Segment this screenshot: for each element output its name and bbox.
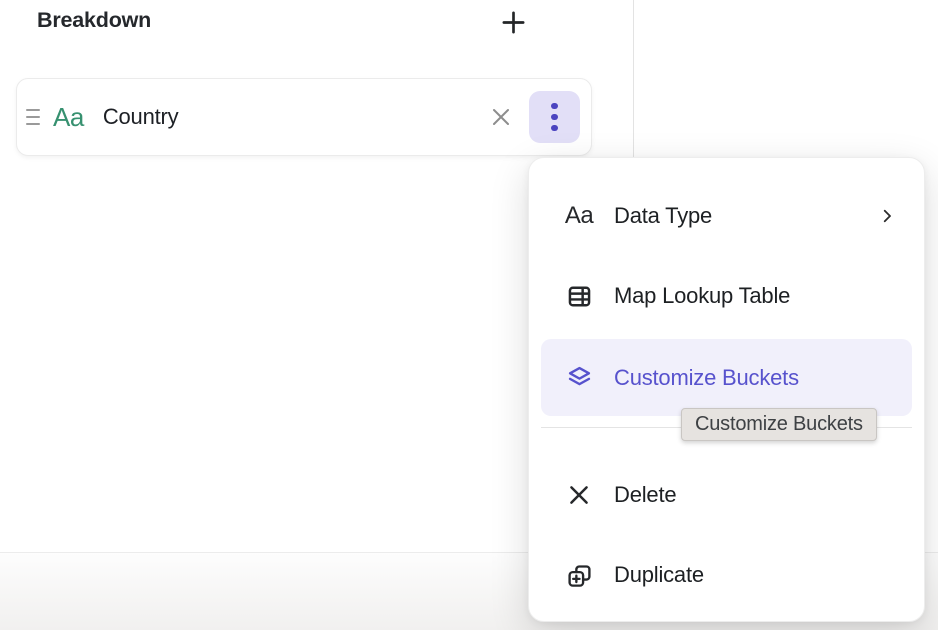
drag-handle-icon[interactable] bbox=[22, 109, 44, 125]
x-icon bbox=[563, 482, 595, 508]
menu-item-label: Map Lookup Table bbox=[614, 283, 790, 309]
text-type-icon: Aa bbox=[563, 202, 595, 230]
chevron-right-icon bbox=[878, 205, 896, 227]
close-icon bbox=[489, 105, 513, 129]
menu-item-label: Delete bbox=[614, 482, 676, 508]
field-name: Country bbox=[103, 104, 179, 130]
table-icon bbox=[563, 283, 595, 310]
duplicate-icon bbox=[563, 562, 595, 589]
field-type-badge: Aa bbox=[53, 102, 84, 133]
field-menu-button[interactable] bbox=[529, 91, 580, 143]
add-breakdown-button[interactable] bbox=[493, 2, 533, 42]
kebab-icon bbox=[551, 103, 557, 131]
field-context-menu: Aa Data Type Map Lookup Table Customize … bbox=[528, 157, 925, 622]
menu-item-customize-buckets[interactable]: Customize Buckets bbox=[541, 339, 912, 416]
menu-item-duplicate[interactable]: Duplicate bbox=[529, 535, 924, 615]
menu-item-label: Duplicate bbox=[614, 562, 704, 588]
menu-item-label: Customize Buckets bbox=[614, 365, 799, 391]
menu-item-map-lookup-table[interactable]: Map Lookup Table bbox=[529, 256, 924, 336]
plus-icon bbox=[499, 8, 528, 37]
menu-item-delete[interactable]: Delete bbox=[529, 455, 924, 535]
breakdown-field-card[interactable]: Aa Country bbox=[16, 78, 592, 156]
menu-item-data-type[interactable]: Aa Data Type bbox=[529, 176, 924, 256]
menu-item-label: Data Type bbox=[614, 203, 712, 229]
customize-buckets-tooltip: Customize Buckets bbox=[681, 408, 877, 441]
page-title: Breakdown bbox=[37, 8, 151, 33]
remove-field-button[interactable] bbox=[483, 99, 519, 135]
stack-icon bbox=[563, 364, 595, 391]
